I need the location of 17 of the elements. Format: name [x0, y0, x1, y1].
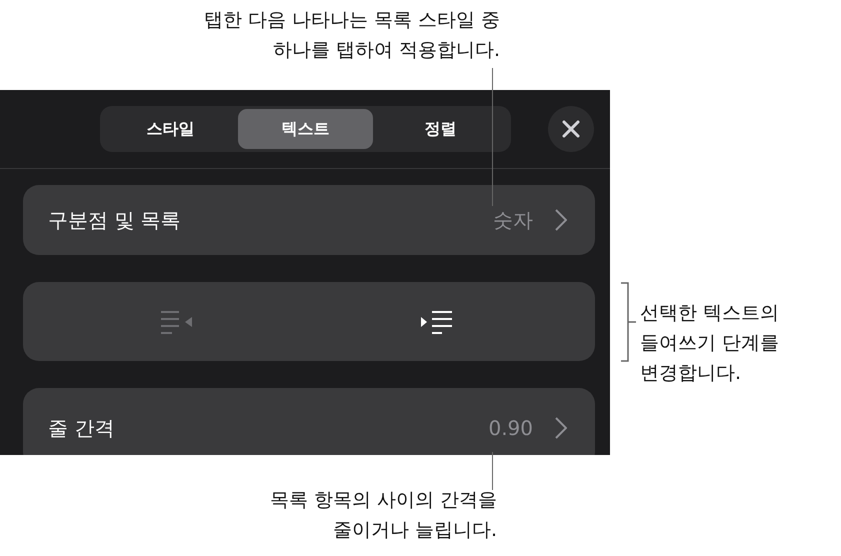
chevron-icon — [555, 417, 567, 439]
callout-text: 선택한 텍스트의 들여쓰기 단계를 변경합니다. — [640, 301, 780, 386]
tab[interactable]: 텍스트 — [238, 109, 373, 149]
settings-row[interactable]: 구분점 및 목록 숫자 — [23, 185, 595, 255]
callout-text: 목록 항목의 사이의 간격을 줄이거나 늘립니다. — [268, 488, 497, 543]
row-label: 줄 간격 — [48, 414, 116, 442]
close-button[interactable] — [548, 106, 594, 152]
tab[interactable]: 정렬 — [373, 109, 508, 149]
chevron-icon — [555, 209, 567, 231]
tab[interactable]: 스타일 — [103, 109, 238, 149]
close-icon — [562, 120, 580, 138]
callout-text: 탭한 다음 나타나는 목록 스타일 중 하나를 탭하여 적용합니다. — [202, 8, 500, 63]
row-value: 숫자 — [493, 206, 533, 234]
row-label: 구분점 및 목록 — [48, 206, 182, 234]
settings-row[interactable]: 줄 간격 0.90 — [23, 388, 595, 455]
leader-line — [492, 452, 493, 490]
row-value: 0.90 — [488, 416, 533, 440]
